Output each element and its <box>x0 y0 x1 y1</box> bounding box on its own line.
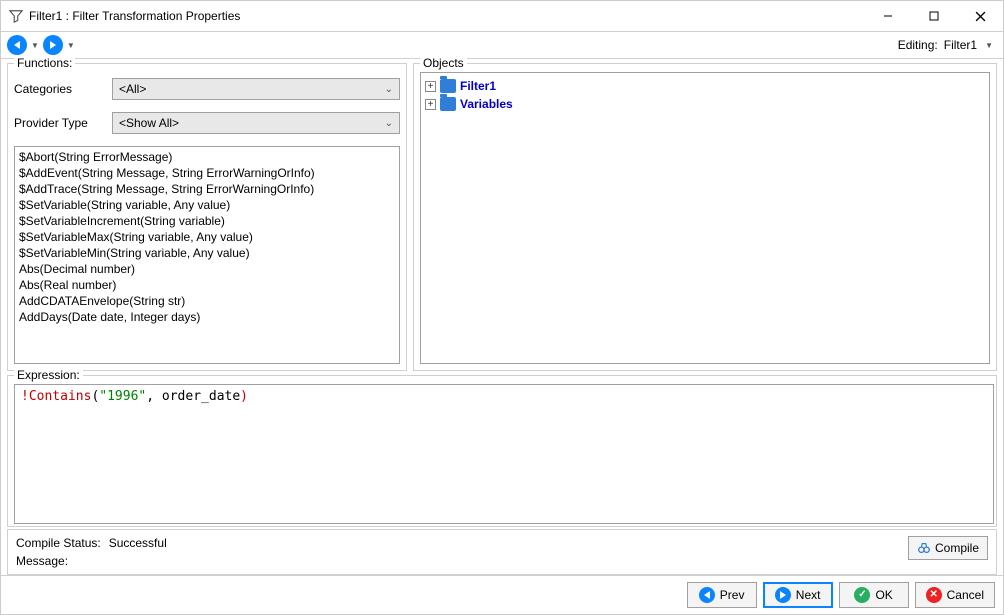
compile-status-value: Successful <box>109 536 167 550</box>
categories-value: <All> <box>119 82 146 96</box>
categories-label: Categories <box>14 82 104 96</box>
function-list[interactable]: $Abort(String ErrorMessage)$AddEvent(Str… <box>14 146 400 364</box>
editing-dropdown[interactable]: ▼ <box>985 41 993 50</box>
status-section: Compile Status: Successful Message: Comp… <box>1 527 1003 575</box>
arrow-left-icon <box>699 587 715 603</box>
token-operator: !Contains <box>21 389 91 404</box>
function-list-item[interactable]: $SetVariableMax(String variable, Any val… <box>19 229 395 245</box>
token-paren: ) <box>240 389 248 404</box>
toolbar: ▼ ▼ Editing: Filter1 ▼ <box>1 31 1003 59</box>
next-button[interactable]: Next <box>763 582 833 608</box>
chevron-down-icon: ⌄ <box>385 118 393 129</box>
editing-label: Editing: <box>898 38 938 52</box>
function-list-item[interactable]: $Abort(String ErrorMessage) <box>19 149 395 165</box>
function-list-item[interactable]: Abs(Decimal number) <box>19 261 395 277</box>
binoculars-icon <box>917 541 931 555</box>
close-button[interactable] <box>957 1 1003 31</box>
arrow-right-icon <box>775 587 791 603</box>
nav-back-button[interactable] <box>7 35 27 55</box>
nav-forward-button[interactable] <box>43 35 63 55</box>
message-label: Message: <box>16 554 68 568</box>
prev-label: Prev <box>720 588 745 602</box>
tree-item[interactable]: + Variables <box>425 95 985 113</box>
nav-back-group: ▼ <box>7 35 43 55</box>
provider-row: Provider Type <Show All> ⌄ <box>14 112 400 134</box>
objects-label: Objects <box>420 56 467 70</box>
window-title: Filter1 : Filter Transformation Properti… <box>29 9 240 23</box>
token-arg: , order_date <box>146 389 240 404</box>
compile-status-label: Compile Status: <box>16 536 101 550</box>
status-group: Compile Status: Successful Message: Comp… <box>7 529 997 575</box>
folder-icon <box>440 97 456 111</box>
compile-button[interactable]: Compile <box>908 536 988 560</box>
tree-item-label: Filter1 <box>460 79 496 93</box>
expression-section: Expression: !Contains("1996", order_date… <box>1 371 1003 527</box>
nav-back-dropdown[interactable]: ▼ <box>31 41 39 50</box>
provider-label: Provider Type <box>14 116 104 130</box>
expression-group: Expression: !Contains("1996", order_date… <box>7 375 997 527</box>
minimize-button[interactable] <box>865 1 911 31</box>
cancel-label: Cancel <box>947 588 984 602</box>
arrow-right-icon <box>50 41 56 49</box>
function-list-item[interactable]: AddDays(Date date, Integer days) <box>19 309 395 325</box>
expression-editor[interactable]: !Contains("1996", order_date) <box>14 384 994 524</box>
main-panels: Functions: Categories <All> ⌄ Provider T… <box>1 59 1003 371</box>
objects-tree[interactable]: + Filter1 + Variables <box>420 72 990 364</box>
next-label: Next <box>796 588 821 602</box>
tree-item-label: Variables <box>460 97 513 111</box>
x-icon: ✕ <box>926 587 942 603</box>
ok-label: OK <box>875 588 892 602</box>
compile-button-label: Compile <box>935 541 979 555</box>
nav-forward-dropdown[interactable]: ▼ <box>67 41 75 50</box>
function-list-item[interactable]: $SetVariableMin(String variable, Any val… <box>19 245 395 261</box>
categories-combo[interactable]: <All> ⌄ <box>112 78 400 100</box>
functions-group: Functions: Categories <All> ⌄ Provider T… <box>7 63 407 371</box>
chevron-down-icon: ⌄ <box>385 84 393 95</box>
provider-combo[interactable]: <Show All> ⌄ <box>112 112 400 134</box>
maximize-button[interactable] <box>911 1 957 31</box>
footer-buttons: Prev Next ✓ OK ✕ Cancel <box>1 575 1003 614</box>
function-list-item[interactable]: $SetVariable(String variable, Any value) <box>19 197 395 213</box>
objects-group: Objects +Filter1+Variables <box>413 63 997 371</box>
token-string: "1996" <box>99 389 146 404</box>
cancel-button[interactable]: ✕ Cancel <box>915 582 995 608</box>
functions-label: Functions: <box>14 56 75 70</box>
categories-row: Categories <All> ⌄ <box>14 78 400 100</box>
function-list-item[interactable]: $AddTrace(String Message, String ErrorWa… <box>19 181 395 197</box>
nav-forward-group: ▼ <box>43 35 79 55</box>
expression-label: Expression: <box>14 368 83 382</box>
ok-button[interactable]: ✓ OK <box>839 582 909 608</box>
app-window: Filter1 : Filter Transformation Properti… <box>0 0 1004 615</box>
editing-value: Filter1 <box>944 38 977 52</box>
window-controls <box>865 1 1003 31</box>
folder-icon <box>440 79 456 93</box>
function-list-item[interactable]: Abs(Real number) <box>19 277 395 293</box>
check-icon: ✓ <box>854 587 870 603</box>
tree-item[interactable]: + Filter1 <box>425 77 985 95</box>
provider-value: <Show All> <box>119 116 179 130</box>
arrow-left-icon <box>14 41 20 49</box>
function-list-item[interactable]: $SetVariableIncrement(String variable) <box>19 213 395 229</box>
title-bar: Filter1 : Filter Transformation Properti… <box>1 1 1003 31</box>
function-list-item[interactable]: AddCDATAEnvelope(String str) <box>19 293 395 309</box>
expander-icon[interactable]: + <box>425 81 436 92</box>
function-list-item[interactable]: $AddEvent(String Message, String ErrorWa… <box>19 165 395 181</box>
filter-icon <box>9 9 23 23</box>
prev-button[interactable]: Prev <box>687 582 757 608</box>
expander-icon[interactable]: + <box>425 99 436 110</box>
